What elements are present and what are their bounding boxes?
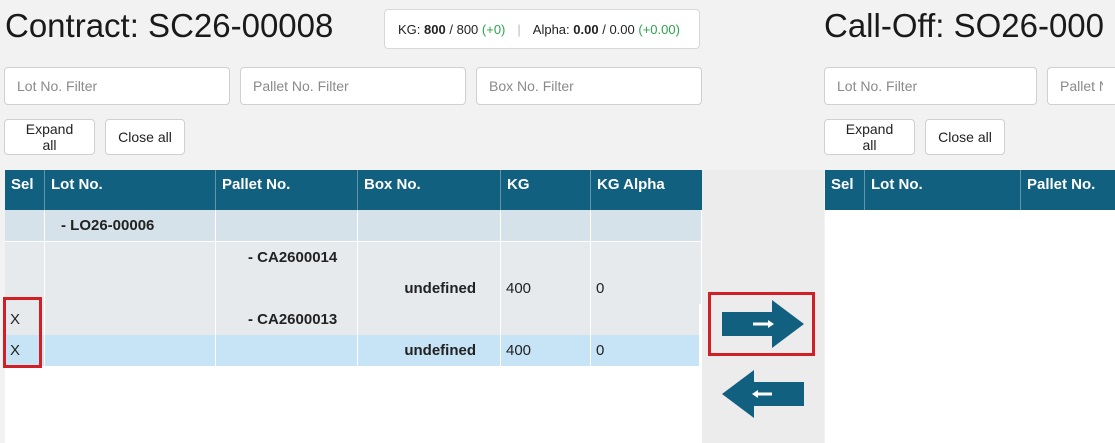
- calloff-close-all-button[interactable]: Close all: [925, 119, 1005, 155]
- summary-divider: |: [517, 21, 521, 37]
- alpha-delta: (+0.00): [638, 21, 680, 37]
- sel-highlight-box: [3, 297, 42, 368]
- alpha-value: 0.00: [573, 21, 599, 37]
- col-lot-header[interactable]: Lot No.: [45, 170, 216, 210]
- kg-cell: [501, 242, 591, 273]
- kg-value: 800: [424, 21, 446, 37]
- table-row[interactable]: undefined 400 0: [5, 273, 702, 304]
- col-box-header[interactable]: Box No.: [358, 170, 501, 210]
- alpha-total: / 0.00: [602, 21, 635, 37]
- kg-cell: 400: [501, 273, 591, 304]
- table-row[interactable]: - CA2600014: [5, 242, 702, 273]
- contract-summary-box: KG: 800 / 800 (+0) | Alpha: 0.00 / 0.00 …: [384, 9, 700, 49]
- col-kg-header[interactable]: KG: [501, 170, 591, 210]
- col-kg-alpha-header[interactable]: KG Alpha: [591, 170, 702, 210]
- contract-grid-header: Sel Lot No. Pallet No. Box No. KG KG Alp…: [5, 170, 702, 210]
- row-sel-cell[interactable]: [5, 210, 45, 241]
- pallet-no-cell[interactable]: - CA2600014: [216, 242, 358, 273]
- table-row[interactable]: - LO26-00006: [5, 210, 702, 241]
- calloff-lot-filter-input[interactable]: [824, 67, 1037, 105]
- lot-no-cell: [45, 335, 216, 366]
- arrow-right-icon: [722, 300, 804, 348]
- col-pallet-header[interactable]: Pallet No.: [216, 170, 358, 210]
- kg-alpha-cell: [591, 242, 702, 273]
- kg-label: KG:: [398, 21, 421, 37]
- contract-expand-all-button[interactable]: Expand all: [4, 119, 95, 155]
- arrow-left-icon: [722, 370, 804, 418]
- lot-no-cell: [45, 242, 216, 273]
- box-no-cell: [358, 210, 501, 241]
- col-sel-header[interactable]: Sel: [5, 170, 45, 210]
- calloff-grid: Sel Lot No. Pallet No.: [825, 170, 1115, 443]
- table-row-selected[interactable]: X undefined 400 0: [5, 335, 700, 366]
- contract-close-all-button[interactable]: Close all: [105, 119, 185, 155]
- contract-lot-filter-input[interactable]: [4, 67, 230, 105]
- contract-grid: Sel Lot No. Pallet No. Box No. KG KG Alp…: [5, 170, 702, 443]
- box-no-cell: undefined: [358, 335, 501, 366]
- table-row-selected[interactable]: X - CA2600013: [5, 304, 700, 335]
- move-left-button[interactable]: [722, 370, 804, 418]
- contract-pallet-filter-input[interactable]: [240, 67, 466, 105]
- calloff-title: Call-Off: SO26-000: [824, 7, 1105, 44]
- calloff-expand-all-button[interactable]: Expand all: [824, 119, 915, 155]
- kg-cell: 400: [501, 335, 591, 366]
- calloff-pallet-filter-input[interactable]: [1047, 67, 1115, 105]
- lot-no-cell[interactable]: - LO26-00006: [45, 210, 216, 241]
- alpha-label: Alpha:: [532, 21, 570, 37]
- box-no-cell: [358, 242, 501, 273]
- contract-title: Contract: SC26-00008: [5, 7, 334, 44]
- calloff-grid-header: Sel Lot No. Pallet No.: [825, 170, 1115, 210]
- kg-cell: [501, 210, 591, 241]
- row-sel-cell[interactable]: [5, 242, 45, 273]
- kg-alpha-cell: [591, 210, 702, 241]
- kg-alpha-cell: 0: [591, 273, 702, 304]
- lot-no-cell: [45, 304, 216, 335]
- pallet-no-cell: [216, 273, 358, 304]
- pallet-no-cell: [216, 210, 358, 241]
- kg-total: / 800: [449, 21, 479, 37]
- pallet-no-cell[interactable]: - CA2600013: [216, 304, 358, 335]
- col-pallet-header[interactable]: Pallet No.: [1021, 170, 1115, 210]
- col-lot-header[interactable]: Lot No.: [865, 170, 1021, 210]
- kg-alpha-cell: 0: [591, 335, 700, 366]
- box-no-cell: undefined: [358, 273, 501, 304]
- pallet-no-cell: [216, 335, 358, 366]
- contract-box-filter-input[interactable]: [476, 67, 702, 105]
- box-no-cell: [358, 304, 501, 335]
- col-sel-header[interactable]: Sel: [825, 170, 865, 210]
- move-right-button[interactable]: [722, 300, 804, 348]
- kg-cell: [501, 304, 591, 335]
- kg-delta: (+0): [481, 21, 506, 37]
- kg-alpha-cell: [591, 304, 700, 335]
- lot-no-cell: [45, 273, 216, 304]
